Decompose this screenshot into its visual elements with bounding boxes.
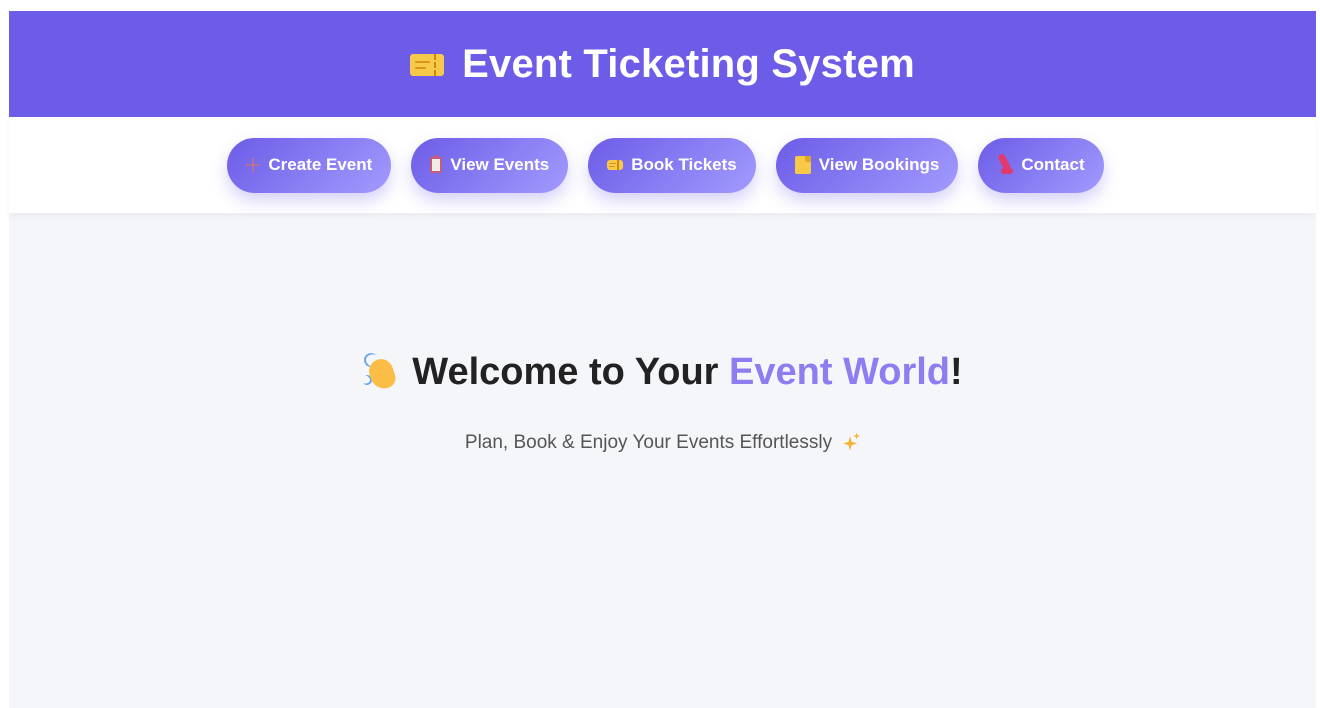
ticket-icon	[607, 160, 624, 170]
view-bookings-label: View Bookings	[818, 155, 940, 174]
welcome-heading: Welcome to Your Event World!	[360, 349, 963, 394]
book-tickets-button[interactable]: Book Tickets	[588, 137, 756, 193]
book-tickets-label: Book Tickets	[631, 155, 737, 174]
sparkles-icon	[840, 432, 861, 453]
app-title: Event Ticketing System	[462, 41, 915, 86]
view-events-button[interactable]: View Events	[411, 137, 569, 193]
plus-icon	[246, 158, 261, 172]
contact-button[interactable]: Contact	[978, 137, 1104, 193]
welcome-prefix: Welcome to Your	[412, 351, 730, 393]
subtitle-text: Plan, Book & Enjoy Your Events Effortles…	[464, 431, 833, 453]
page-header: Event Ticketing System	[9, 11, 1316, 117]
hero-subtitle: Plan, Book & Enjoy Your Events Effortles…	[464, 431, 861, 454]
phone-icon	[997, 156, 1014, 174]
clipboard-icon	[430, 155, 443, 173]
create-event-button[interactable]: Create Event	[227, 137, 392, 193]
waving-hand-icon	[360, 349, 400, 393]
create-event-label: Create Event	[268, 155, 373, 174]
view-bookings-button[interactable]: View Bookings	[775, 137, 959, 193]
welcome-accent: Event World	[729, 351, 951, 393]
main-nav: Create Event View Events Book Tickets Vi…	[9, 117, 1316, 213]
view-events-label: View Events	[450, 155, 550, 174]
contact-label: Contact	[1021, 155, 1085, 174]
welcome-suffix: !	[950, 351, 963, 393]
memo-icon	[794, 156, 811, 174]
hero-section: Welcome to Your Event World! Plan, Book …	[9, 349, 1316, 454]
app-frame: Event Ticketing System Create Event View…	[9, 11, 1316, 708]
ticket-icon	[410, 54, 445, 76]
